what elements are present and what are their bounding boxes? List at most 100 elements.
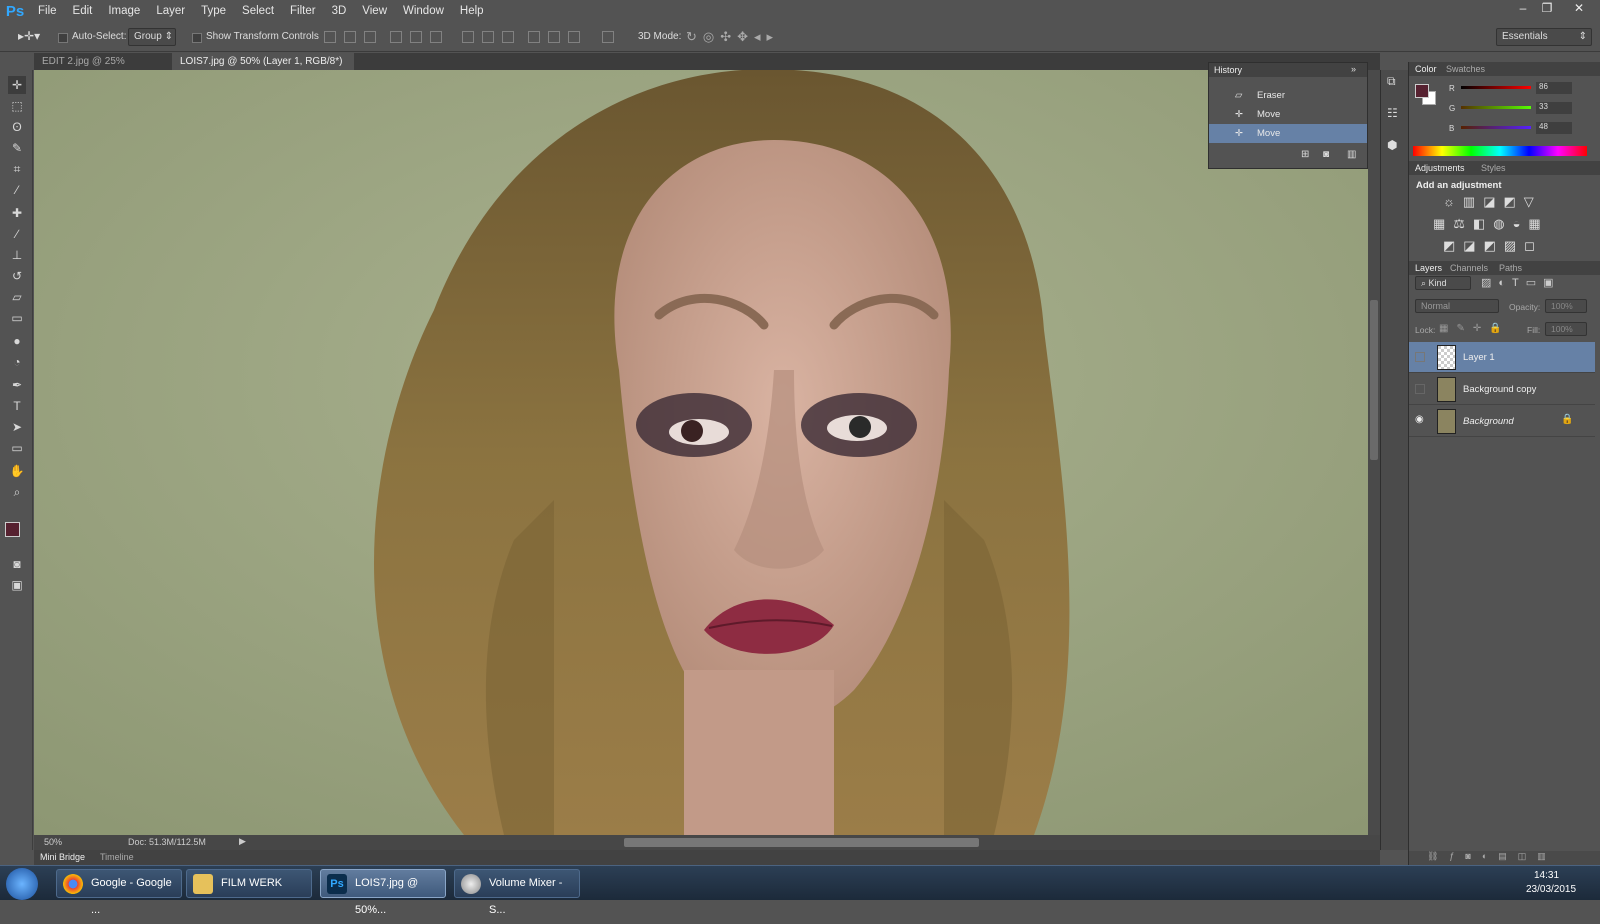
adjustment-icons-row-3[interactable]: ◩◪◩▨◻ — [1443, 238, 1543, 254]
rectangle-tool-icon[interactable]: ▭ — [8, 439, 26, 457]
blur-tool-icon[interactable]: ● — [8, 332, 26, 350]
adjustment-icons-row-1[interactable]: ☼▥◪◩▽ — [1443, 194, 1542, 210]
minimize-button[interactable]: – — [1512, 0, 1534, 16]
visibility-toggle[interactable] — [1415, 352, 1425, 362]
marquee-tool-icon[interactable]: ⬚ — [8, 97, 26, 115]
blue-slider[interactable] — [1461, 126, 1531, 129]
distribute-bottom-icon[interactable] — [502, 31, 514, 43]
status-menu-arrow-icon[interactable]: ▶ — [239, 836, 246, 847]
eraser-tool-icon[interactable]: ▱ — [8, 288, 26, 306]
color-panel-foreground-swatch[interactable] — [1415, 84, 1429, 98]
blend-mode-dropdown[interactable]: Normal — [1415, 299, 1499, 313]
menu-help[interactable]: Help — [452, 0, 492, 23]
type-tool-icon[interactable]: T — [8, 397, 26, 415]
taskbar-volume-mixer[interactable]: Volume Mixer - S... — [454, 869, 580, 916]
visibility-toggle[interactable] — [1415, 384, 1425, 394]
menu-filter[interactable]: Filter — [282, 0, 324, 23]
show-transform-checkbox[interactable] — [192, 33, 202, 43]
path-select-tool-icon[interactable]: ➤ — [8, 418, 26, 436]
menu-view[interactable]: View — [354, 0, 395, 23]
pen-tool-icon[interactable]: ✒ — [8, 376, 26, 394]
tab-paths[interactable]: Paths — [1499, 263, 1522, 273]
layers-footer-icons[interactable]: ⛓ƒ◙◐▤◫▥ — [1409, 851, 1600, 865]
close-button[interactable]: ✕ — [1568, 0, 1590, 16]
adjustment-icons-row-2[interactable]: ▦⚖◧◍◒▦ — [1433, 216, 1549, 232]
green-value[interactable]: 33 — [1536, 102, 1572, 114]
color-spectrum-ramp[interactable] — [1413, 146, 1587, 156]
clock-time[interactable]: 14:31 — [1534, 870, 1559, 881]
workspace-dropdown[interactable]: Essentials ⇕ — [1496, 28, 1592, 46]
green-slider[interactable] — [1461, 106, 1531, 109]
screen-mode-icon[interactable]: ▣ — [8, 576, 26, 594]
document-canvas[interactable] — [34, 70, 1368, 835]
tab-swatches[interactable]: Swatches — [1446, 64, 1485, 74]
quick-select-tool-icon[interactable]: ✎ — [8, 139, 26, 157]
menu-select[interactable]: Select — [234, 0, 282, 23]
layer-row-layer-1[interactable]: Layer 1 — [1409, 342, 1595, 373]
distribute-vcenter-icon[interactable] — [482, 31, 494, 43]
menu-file[interactable]: File — [30, 0, 65, 23]
auto-select-checkbox[interactable] — [58, 33, 68, 43]
auto-select-dropdown[interactable]: Group ⇕ — [128, 28, 176, 46]
distribute-hcenter-icon[interactable] — [548, 31, 560, 43]
align-left-icon[interactable] — [390, 31, 402, 43]
distribute-top-icon[interactable] — [462, 31, 474, 43]
align-right-icon[interactable] — [430, 31, 442, 43]
align-top-icon[interactable] — [324, 31, 336, 43]
crop-tool-icon[interactable]: ⌗ — [8, 160, 26, 178]
tab-timeline[interactable]: Timeline — [100, 852, 134, 862]
layer-name[interactable]: Background copy — [1463, 384, 1536, 395]
history-item-eraser[interactable]: ▱ Eraser — [1209, 86, 1367, 105]
layer-name[interactable]: Layer 1 — [1463, 352, 1495, 363]
foreground-color-swatch[interactable] — [5, 522, 20, 537]
menu-layer[interactable]: Layer — [148, 0, 193, 23]
quick-mask-icon[interactable]: ◙ — [8, 555, 26, 573]
red-slider[interactable] — [1461, 86, 1531, 89]
doc-tab-edit2[interactable]: EDIT 2.jpg @ 25% (RGB/8) × — [34, 53, 172, 84]
history-title[interactable]: History — [1214, 65, 1242, 75]
canvas-vertical-scrollbar[interactable] — [1368, 70, 1380, 835]
fill-input[interactable]: 100% — [1545, 322, 1587, 336]
align-hcenter-icon[interactable] — [410, 31, 422, 43]
tab-styles[interactable]: Styles — [1481, 163, 1506, 173]
zoom-tool-icon[interactable]: ⌕ — [8, 483, 26, 501]
layer-filter-icons[interactable]: ▨◐T▭▣ — [1481, 276, 1561, 289]
3d-mode-icons[interactable]: ↻◎✣✥◂▸ — [686, 29, 779, 45]
red-value[interactable]: 86 — [1536, 82, 1572, 94]
scroll-thumb[interactable] — [1370, 300, 1378, 460]
menu-image[interactable]: Image — [100, 0, 148, 23]
eyedropper-tool-icon[interactable]: ⁄ — [8, 181, 26, 199]
taskbar-photoshop[interactable]: Ps LOIS7.jpg @ 50%... — [320, 869, 446, 916]
horizontal-scroll-thumb[interactable] — [624, 838, 979, 847]
history-item-move[interactable]: ✛ Move — [1209, 105, 1367, 124]
3d-panel-icon[interactable]: ⬢ — [1387, 138, 1397, 152]
tab-mini-bridge[interactable]: Mini Bridge — [40, 852, 85, 862]
layer-row-background-copy[interactable]: Background copy — [1409, 374, 1595, 405]
history-panel-icon[interactable]: ⧉ — [1387, 74, 1396, 89]
lock-icons[interactable]: ▦✎✛🔒 — [1439, 323, 1510, 334]
menu-type[interactable]: Type — [193, 0, 234, 23]
tab-layers[interactable]: Layers — [1415, 263, 1442, 273]
properties-panel-icon[interactable]: ☷ — [1387, 106, 1398, 120]
tab-color[interactable]: Color — [1415, 64, 1437, 74]
layer-filter-kind[interactable]: ⌕ Kind — [1415, 276, 1471, 290]
taskbar-chrome[interactable]: Google - Google ... — [56, 869, 182, 916]
history-item-move-selected[interactable]: ✛ Move — [1209, 124, 1367, 143]
hand-tool-icon[interactable]: ✋ — [8, 462, 26, 480]
layer-row-background[interactable]: ◉ Background 🔒 — [1409, 406, 1595, 437]
opacity-input[interactable]: 100% — [1545, 299, 1587, 313]
distribute-right-icon[interactable] — [568, 31, 580, 43]
distribute-left-icon[interactable] — [528, 31, 540, 43]
clock-date[interactable]: 23/03/2015 — [1526, 884, 1576, 895]
menu-3d[interactable]: 3D — [324, 0, 355, 23]
restore-button[interactable]: ❐ — [1536, 0, 1558, 16]
eye-icon[interactable]: ◉ — [1415, 414, 1424, 425]
move-tool-preset-icon[interactable]: ▸✛▾ — [18, 29, 40, 43]
align-vcenter-icon[interactable] — [344, 31, 356, 43]
layer-name[interactable]: Background — [1463, 416, 1514, 427]
new-document-icon[interactable]: ⊞ — [1301, 149, 1309, 160]
gradient-tool-icon[interactable]: ▭ — [8, 309, 26, 327]
healing-brush-tool-icon[interactable]: ✚ — [8, 204, 26, 222]
lasso-tool-icon[interactable]: ʘ — [8, 118, 26, 136]
panel-menu-icon[interactable]: » — [1351, 64, 1356, 74]
